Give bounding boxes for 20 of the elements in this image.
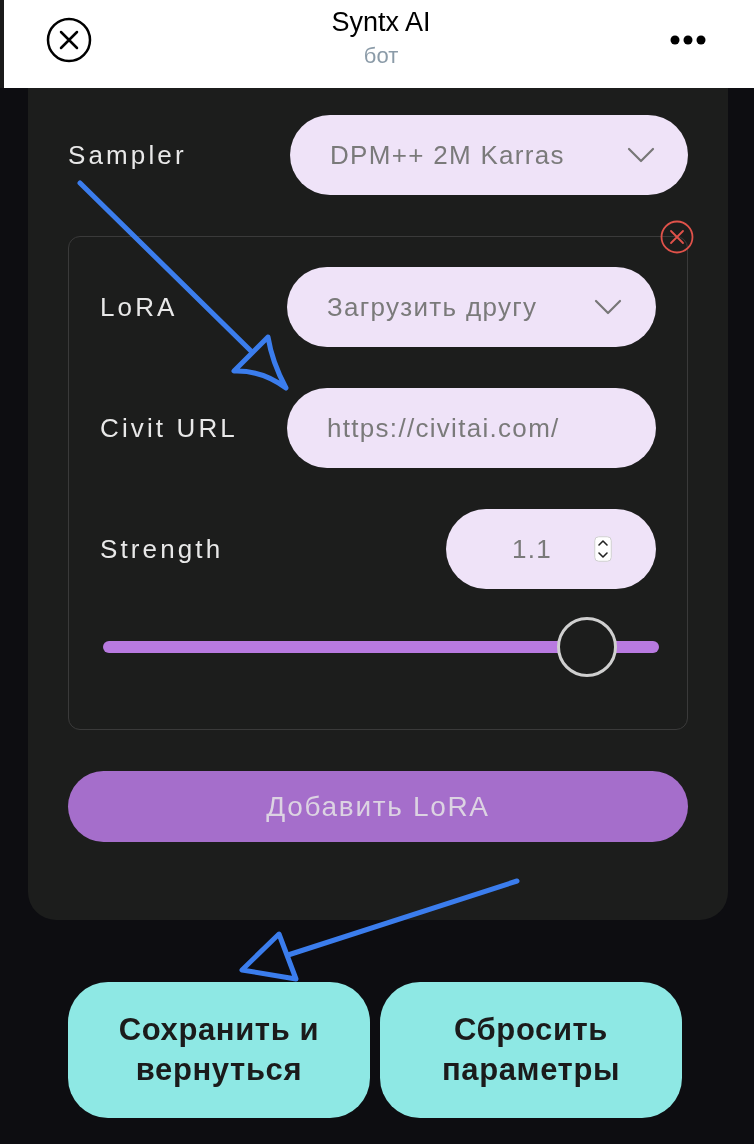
action-button[interactable]: Сохранить и вернуться <box>68 982 370 1118</box>
field-label: LoRA <box>100 290 178 324</box>
action-button[interactable]: Сбросить параметры <box>380 982 682 1118</box>
url-input-field[interactable]: https://civitai.com/ <box>287 388 656 468</box>
add-lora-button[interactable]: Добавить LoRA <box>68 771 688 842</box>
lora-dropdown[interactable]: Загрузить другу <box>287 267 656 347</box>
field-label: Civit URL <box>100 411 238 445</box>
sampler-dropdown[interactable]: DPM++ 2M Karras <box>290 115 688 195</box>
strength-input-field[interactable]: 1.1 <box>446 509 656 589</box>
field-label: Sampler <box>68 138 187 172</box>
more-options-icon[interactable] <box>670 35 706 45</box>
strength-slider[interactable] <box>103 617 659 677</box>
close-icon[interactable] <box>46 17 92 63</box>
window-subtitle: бот <box>363 42 399 70</box>
remove-icon[interactable] <box>660 220 694 254</box>
stepper-arrows-icon[interactable] <box>594 536 612 562</box>
chevron-down-icon <box>594 299 622 315</box>
chevron-down-icon <box>627 147 655 163</box>
field-label: Strength <box>100 532 224 566</box>
window-title: Syntx AI <box>331 6 431 38</box>
